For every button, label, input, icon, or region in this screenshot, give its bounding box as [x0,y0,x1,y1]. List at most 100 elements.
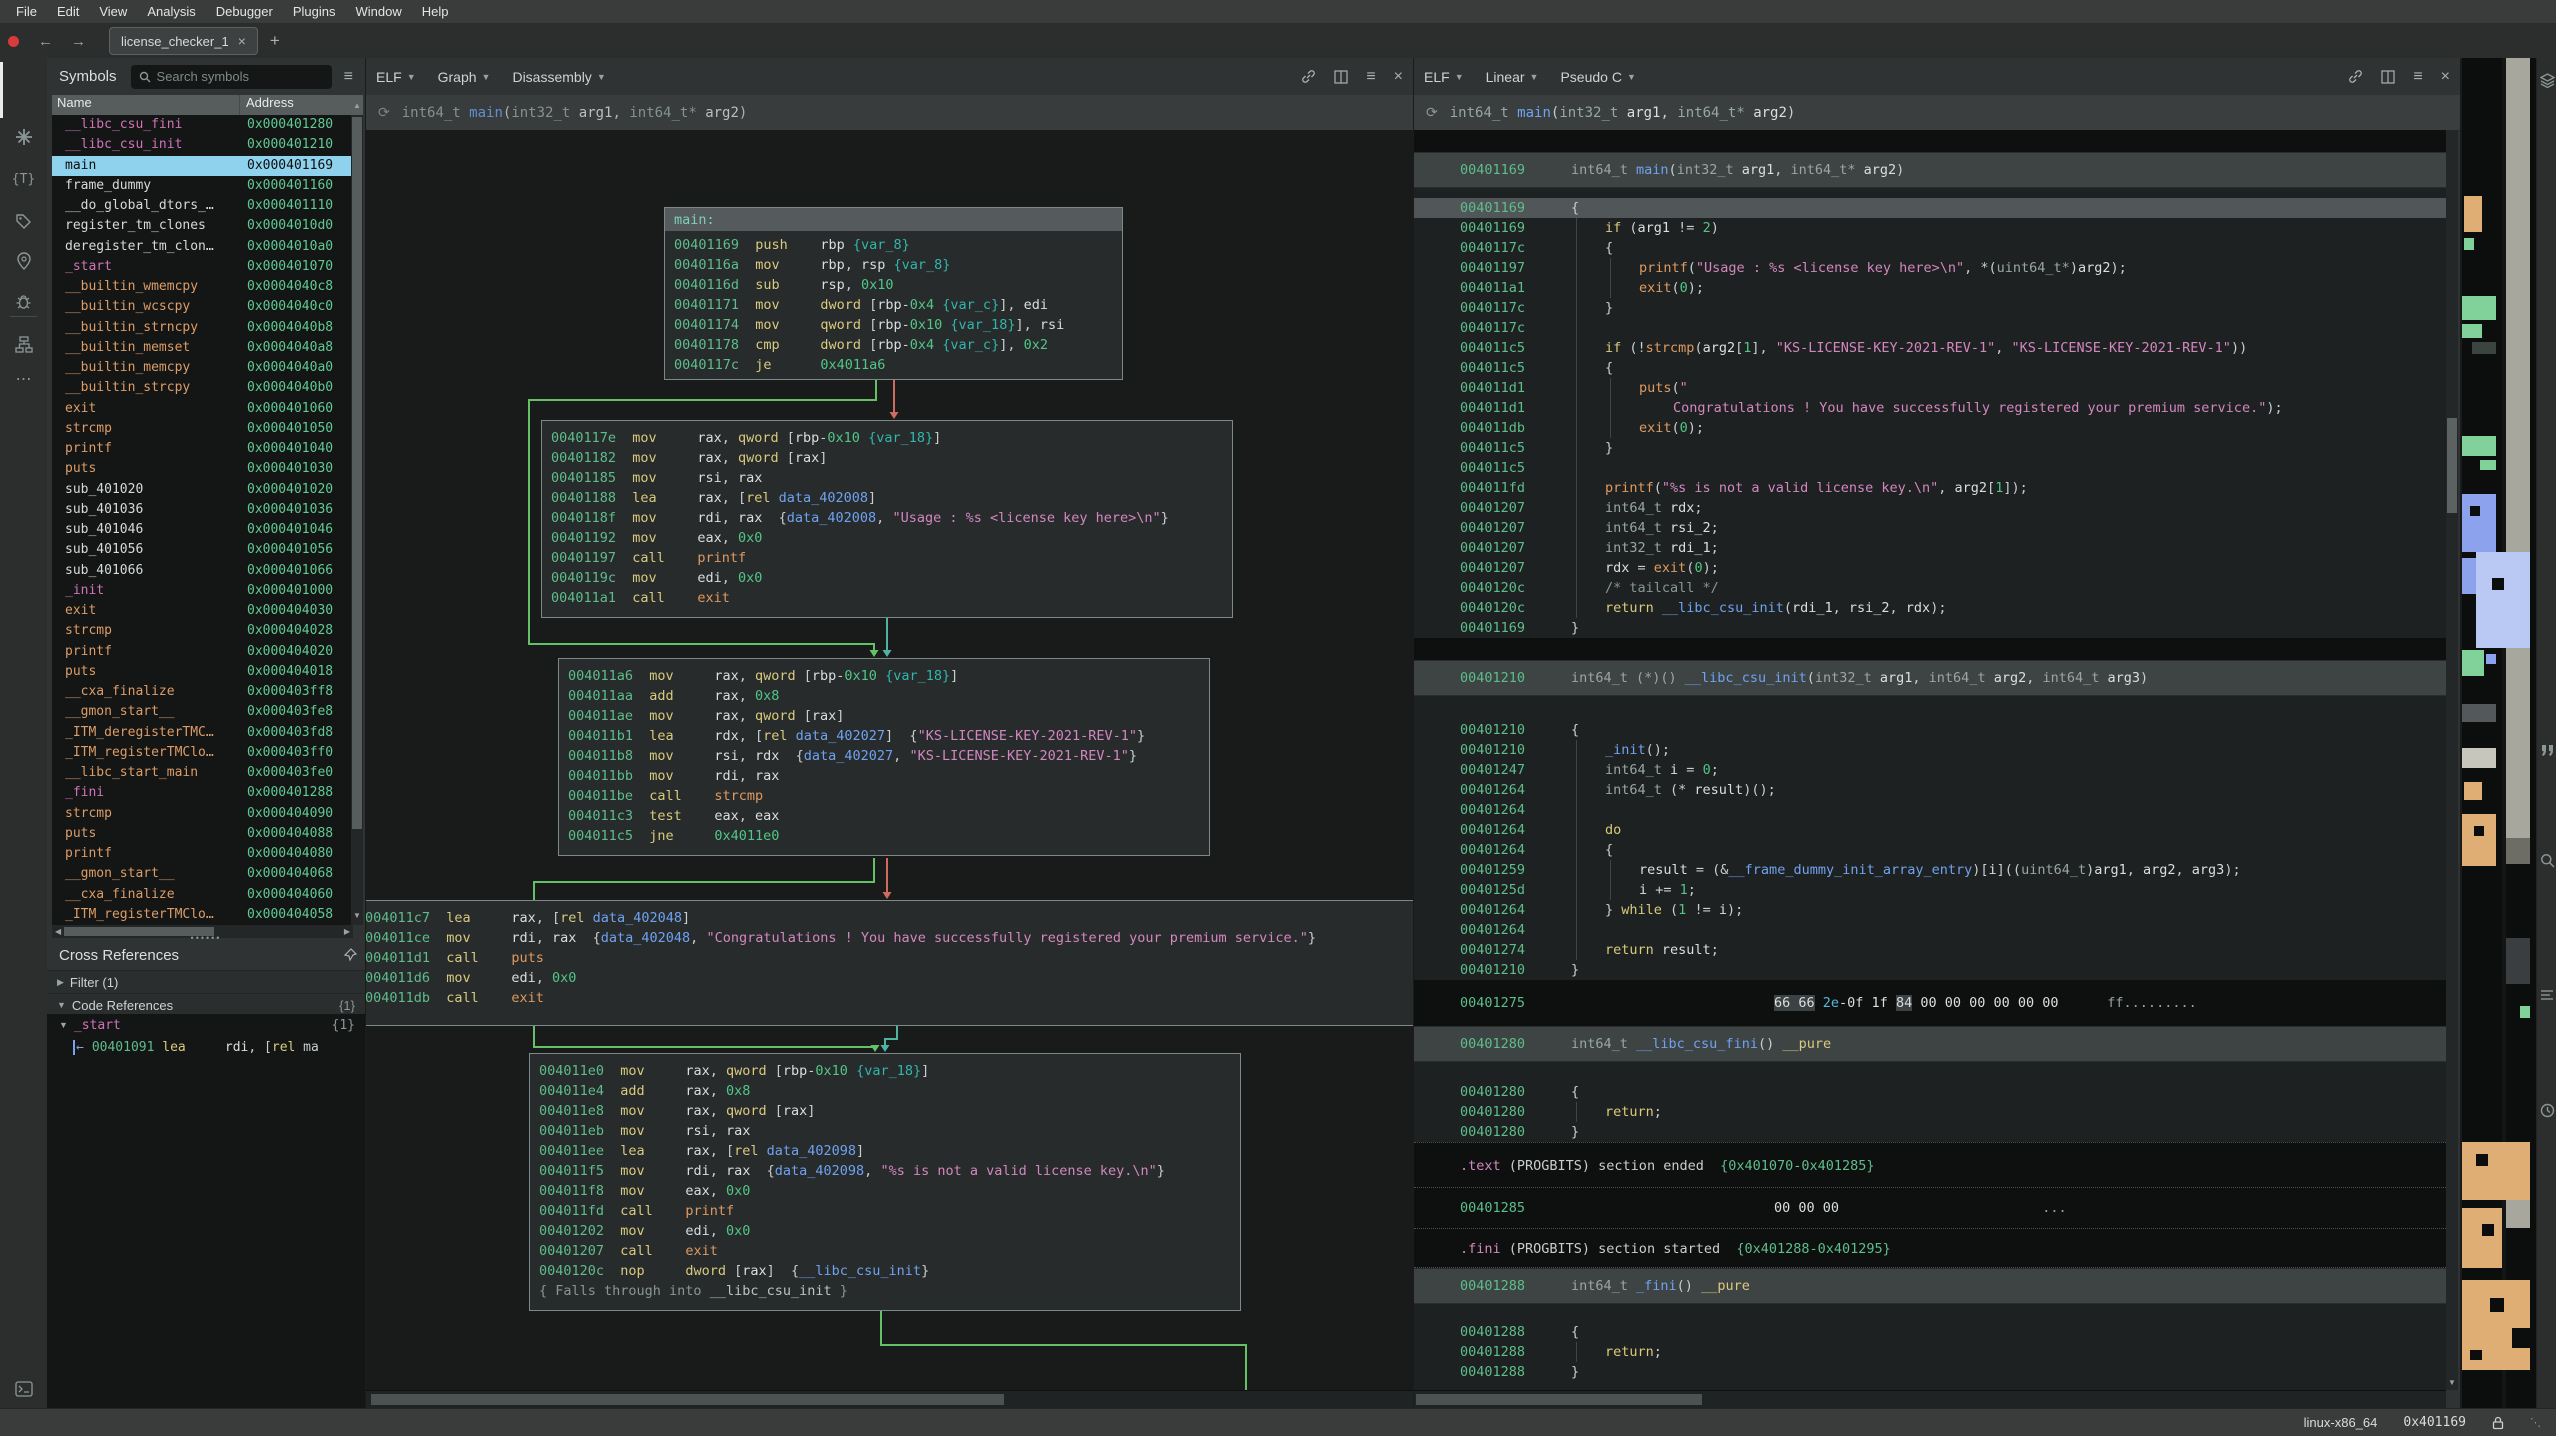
function-header-line[interactable]: 00401288int64_t _fini() __pure [1414,1268,2446,1304]
column-address[interactable]: Address [240,95,353,115]
symbol-row[interactable]: exit0x000404030 [52,601,353,621]
code-line[interactable]: 00401264int64_t (* result)(); [1414,780,2446,800]
layout-dropdown[interactable]: Graph▼ [438,69,491,85]
graph-canvas[interactable]: main:00401169 push rbp {var_8}0040116a m… [366,130,1413,1390]
symbol-row[interactable]: strcmp0x000404090 [52,804,353,824]
search-input[interactable]: Search symbols [131,65,332,89]
symbol-row[interactable]: frame_dummy0x000401160 [52,176,353,196]
symbol-row[interactable]: printf0x000404020 [52,642,353,662]
code-line[interactable]: 00401274return result; [1414,940,2446,960]
symbol-row[interactable]: __builtin_wcscpy0x0004040c0 [52,297,353,317]
pseudo-c-code[interactable]: 00401169int64_t main(int32_t arg1, int64… [1414,130,2446,1390]
layers-icon[interactable] [2537,68,2556,92]
function-header-line[interactable]: 00401280int64_t __libc_csu_fini() __pure [1414,1026,2446,1062]
resize-grip[interactable]: ⋱ [2530,1416,2542,1429]
basic-block[interactable]: 0040117e mov rax, qword [rbp-0x10 {var_1… [541,420,1233,618]
symbol-row[interactable]: sub_4010460x000401046 [52,520,353,540]
symbol-row[interactable]: puts0x000404018 [52,662,353,682]
tab-license-checker[interactable]: license_checker_1 × [109,27,258,55]
menu-window[interactable]: Window [349,4,415,19]
symbol-row[interactable]: __gmon_start__0x000403fe8 [52,702,353,722]
xrefs-filter-row[interactable]: ▶ Filter (1) [47,970,365,993]
symbol-row[interactable]: puts0x000401030 [52,459,353,479]
xref-item-row[interactable]: ←00401091 lea rdi, [rel ma [47,1036,365,1058]
symbol-row[interactable]: register_tm_clones0x0004010d0 [52,216,353,236]
pane-close-icon[interactable]: × [1394,68,1403,86]
symbol-row[interactable]: exit0x000401060 [52,399,353,419]
code-line[interactable]: 004011c5 [1414,458,2446,478]
pane-close-icon[interactable]: × [2441,68,2450,86]
code-line[interactable]: 004011a1exit(0); [1414,278,2446,298]
menu-analysis[interactable]: Analysis [141,4,209,19]
console-icon[interactable] [0,1374,47,1404]
more-icon[interactable]: ⋯ [0,364,47,394]
code-line[interactable]: 00401264 [1414,920,2446,940]
scroll-down-icon[interactable]: ▼ [2446,1376,2458,1390]
symbol-row[interactable]: sub_4010200x000401020 [52,480,353,500]
symbol-row[interactable]: _ITM_registerTMClo…0x000404058 [52,905,353,925]
link-icon[interactable] [1301,69,1316,84]
il-dropdown[interactable]: Disassembly▼ [512,69,605,85]
refresh-icon[interactable]: ⟳ [378,105,390,121]
graph-hscrollbar[interactable] [366,1390,1413,1409]
code-line[interactable]: 00401280return; [1414,1102,2446,1122]
symbol-row[interactable]: main0x000401169 [52,156,353,176]
hex-bytes-line[interactable]: 0040128500 00 00 ... [1414,1188,2446,1228]
view-type-dropdown[interactable]: ELF▼ [376,69,416,85]
code-line[interactable]: 00401169} [1414,618,2446,638]
symbol-row[interactable]: strcmp0x000404028 [52,621,353,641]
pane-menu-icon[interactable]: ≡ [1366,68,1375,86]
layout-dropdown[interactable]: Linear▼ [1486,69,1539,85]
quote-icon[interactable] [2537,738,2556,762]
symbol-row[interactable]: sub_4010560x000401056 [52,540,353,560]
symbols-vscrollbar[interactable] [351,115,363,925]
forward-icon[interactable]: → [62,33,95,50]
split-pane-icon[interactable] [1334,70,1348,84]
symbol-row[interactable]: __do_global_dtors_…0x000401110 [52,196,353,216]
symbols-table-header[interactable]: Name Address [52,95,353,115]
bug-icon[interactable] [0,286,47,316]
code-line[interactable]: 0040117c [1414,318,2446,338]
code-line[interactable]: 00401207rdx = exit(0); [1414,558,2446,578]
pin-icon[interactable] [343,948,357,962]
code-line[interactable]: 0040117c{ [1414,238,2446,258]
symbol-row[interactable]: __builtin_strncpy0x0004040b8 [52,318,353,338]
code-line[interactable]: 00401264} while (1 != i); [1414,900,2446,920]
basic-block[interactable]: 004011e0 mov rax, qword [rbp-0x10 {var_1… [529,1053,1241,1311]
back-icon[interactable]: ← [29,33,62,50]
types-icon[interactable]: {T} [0,164,47,194]
code-line[interactable]: 00401264do [1414,820,2446,840]
view-type-dropdown[interactable]: ELF▼ [1424,69,1464,85]
code-line[interactable]: 004011c5{ [1414,358,2446,378]
function-header-line[interactable]: 00401210int64_t (*)() __libc_csu_init(in… [1414,660,2446,696]
code-line[interactable]: 00401207int32_t rdi_1; [1414,538,2446,558]
symbol-row[interactable]: _init0x000401000 [52,581,353,601]
code-line[interactable]: 00401259result = (&__frame_dummy_init_ar… [1414,860,2446,880]
code-line[interactable]: 00401210} [1414,960,2446,980]
code-line[interactable]: 004011fdprintf("%s is not a valid licens… [1414,478,2446,498]
search-icon[interactable] [2537,848,2556,872]
code-line[interactable]: 004011c5} [1414,438,2446,458]
code-line[interactable]: 00401288} [1414,1362,2446,1382]
code-line[interactable]: 00401264 [1414,800,2446,820]
code-line[interactable]: 00401280{ [1414,1082,2446,1102]
code-line[interactable]: 00401207int64_t rdx; [1414,498,2446,518]
symbol-row[interactable]: __libc_csu_init0x000401210 [52,135,353,155]
feature-map[interactable] [2462,58,2536,1408]
column-name[interactable]: Name [52,95,240,115]
scroll-down-icon[interactable]: ▼ [351,905,363,925]
symbol-row[interactable]: strcmp0x000401050 [52,419,353,439]
code-line[interactable]: 0040117c} [1414,298,2446,318]
basic-block[interactable]: main:00401169 push rbp {var_8}0040116a m… [664,207,1123,380]
code-line[interactable]: 00401247int64_t i = 0; [1414,760,2446,780]
code-line[interactable]: 0040120c/* tailcall */ [1414,578,2446,598]
symbol-row[interactable]: _ITM_registerTMClo…0x000403ff0 [52,743,353,763]
code-line[interactable]: 004011d1Congratulations ! You have succe… [1414,398,2446,418]
mini-graph-icon[interactable] [0,330,47,360]
symbol-row[interactable]: printf0x000401040 [52,439,353,459]
code-line[interactable]: 00401207int64_t rsi_2; [1414,518,2446,538]
symbol-row[interactable]: __libc_start_main0x000403fe0 [52,763,353,783]
menu-plugins[interactable]: Plugins [287,4,350,19]
history-icon[interactable] [2537,1098,2556,1122]
code-line[interactable]: 0040120creturn __libc_csu_init(rdi_1, rs… [1414,598,2446,618]
